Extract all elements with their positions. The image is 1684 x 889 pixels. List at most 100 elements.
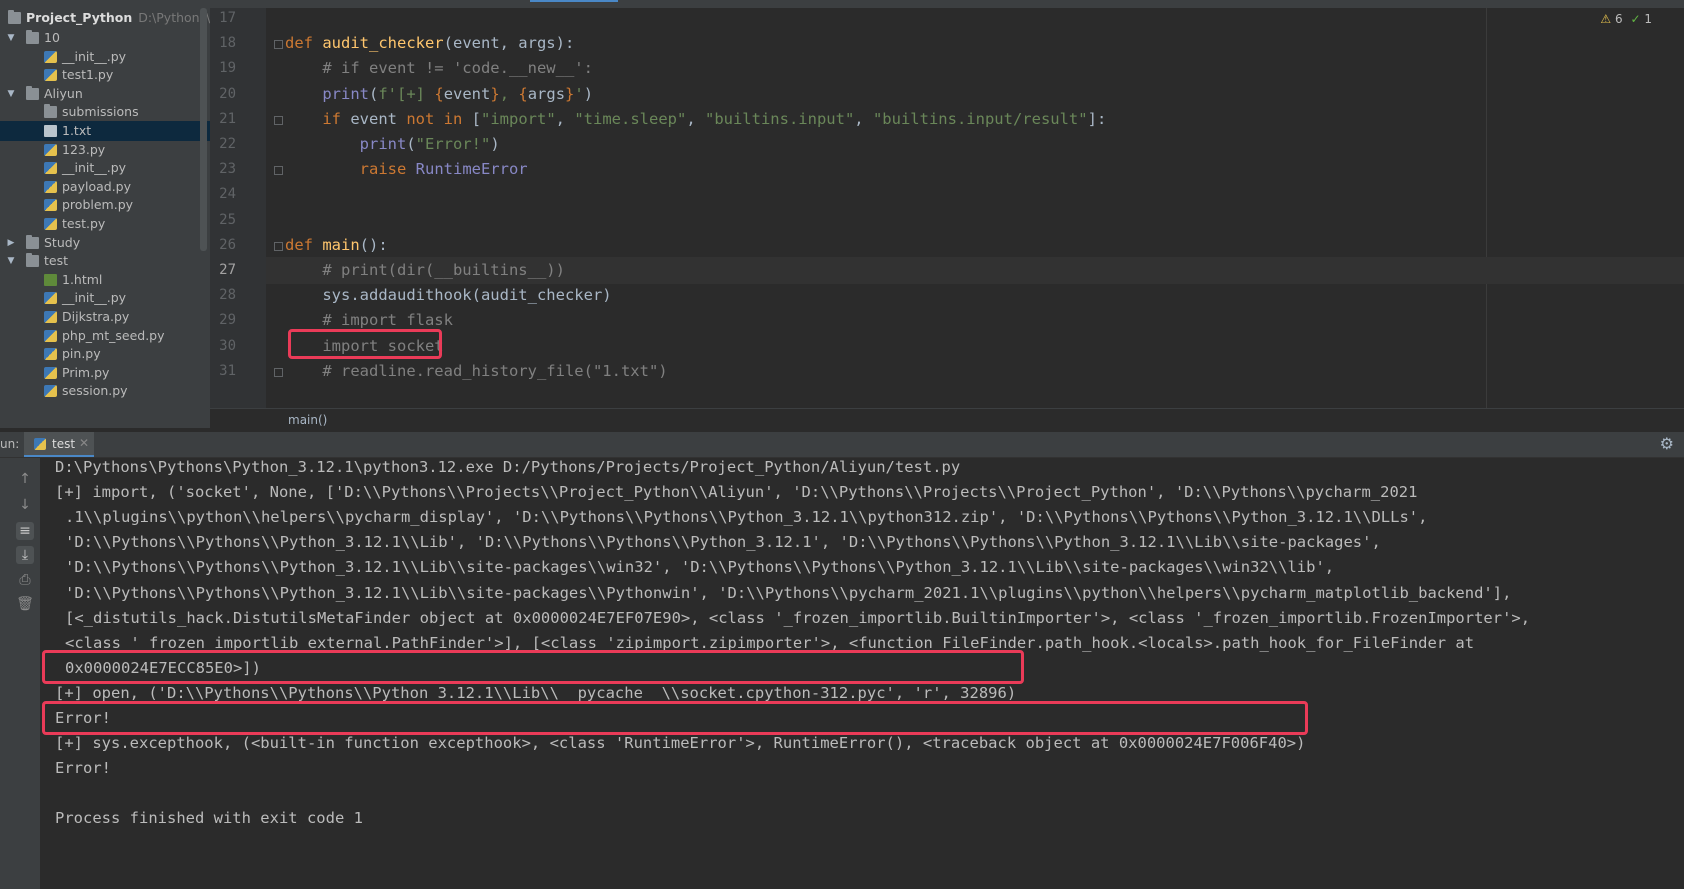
fold-marker-icon[interactable] xyxy=(274,367,283,377)
fold-marker-icon[interactable] xyxy=(274,115,283,125)
tree-item-label: Prim.py xyxy=(62,364,110,380)
html-file-icon xyxy=(44,273,57,286)
chevron-right-icon[interactable]: ▶ xyxy=(6,233,16,253)
project-root-name: Project_Python xyxy=(26,10,133,25)
tree-item[interactable]: 1.txt xyxy=(0,121,210,141)
code-line[interactable]: raise RuntimeError xyxy=(285,156,528,183)
tree-item[interactable]: payload.py xyxy=(0,177,210,197)
tree-item[interactable]: php_mt_seed.py xyxy=(0,326,210,346)
tree-item-label: test1.py xyxy=(62,67,114,83)
folder-icon xyxy=(44,104,57,119)
folder-icon xyxy=(26,234,39,249)
breadcrumb-item-main[interactable]: main() xyxy=(288,413,327,427)
tree-item[interactable]: submissions xyxy=(0,102,210,122)
print-icon[interactable]: ⎙ xyxy=(16,571,34,589)
tree-item[interactable]: __init__.py xyxy=(0,288,210,308)
line-number: 25 xyxy=(219,211,236,228)
line-number: 28 xyxy=(219,287,236,304)
python-file-icon xyxy=(44,162,57,175)
line-number: 31 xyxy=(219,362,236,379)
console-line: 'D:\\Pythons\\Pythons\\Python_3.12.1\\Li… xyxy=(65,583,1512,602)
project-tree[interactable]: Project_PythonD:\Pythons\Pro ▼ 10 __init__… xyxy=(0,8,210,428)
project-root[interactable]: Project_PythonD:\Pythons\Pro xyxy=(0,8,210,28)
python-file-icon xyxy=(44,366,57,379)
tree-item[interactable]: problem.py xyxy=(0,195,210,215)
console-line: D:\Pythons\Pythons\Python_3.12.1\python3… xyxy=(55,458,961,476)
tree-item-label: submissions xyxy=(62,104,139,120)
tree-item[interactable]: ▼ 10 xyxy=(0,28,210,48)
console-line: [<_distutils_hack.DistutilsMetaFinder ob… xyxy=(65,608,1531,627)
console-line: [+] import, ('socket', None, ['D:\\Pytho… xyxy=(55,483,1418,502)
editor-gutter[interactable]: 17 18 19 20 21 22 23 24 25 26 27 28 29 30 31 xyxy=(210,8,266,408)
python-file-icon xyxy=(44,348,57,361)
arrow-down-icon[interactable]: ↓ xyxy=(16,496,34,514)
python-file-icon xyxy=(44,143,57,156)
tree-item[interactable]: __init__.py xyxy=(0,47,210,67)
python-file-icon xyxy=(44,50,57,63)
tree-item[interactable]: session.py xyxy=(0,381,210,401)
chevron-down-icon[interactable]: ▼ xyxy=(6,84,16,104)
folder-icon xyxy=(8,10,21,24)
python-file-icon xyxy=(44,199,57,212)
tree-item[interactable]: ▼ Aliyun xyxy=(0,84,210,104)
tree-item-label: 10 xyxy=(44,30,60,45)
tree-item[interactable]: ▶ Study xyxy=(0,233,210,253)
trash-icon[interactable]: 🗑 xyxy=(16,595,34,613)
tree-item[interactable]: Prim.py xyxy=(0,363,210,383)
line-number: 23 xyxy=(219,161,236,178)
tree-item[interactable]: Dijkstra.py xyxy=(0,307,210,327)
code-line[interactable]: def main(): xyxy=(285,232,388,259)
code-line[interactable]: # if event != 'code.__new__': xyxy=(285,55,593,82)
line-number: 22 xyxy=(219,136,236,152)
code-line[interactable]: print(f'[+] {event}, {args}') xyxy=(285,81,593,108)
tree-item[interactable]: ▼ test xyxy=(0,251,210,271)
code-line[interactable]: if event not in ["import", "time.sleep",… xyxy=(285,106,1106,133)
close-icon[interactable]: ✕ xyxy=(79,436,89,450)
tree-item-label: Study xyxy=(44,234,81,250)
active-editor-tab[interactable] xyxy=(530,0,618,2)
console-line: [+] sys.excepthook, (<built-in function … xyxy=(55,734,1306,753)
gear-icon[interactable]: ⚙ xyxy=(1660,434,1674,453)
console-line: 'D:\\Pythons\\Pythons\\Python_3.12.1\\Li… xyxy=(65,533,1381,552)
sidebar-scrollbar[interactable] xyxy=(200,8,207,251)
inspection-widget[interactable]: ⚠ 6 ✓ 1 xyxy=(1600,12,1652,26)
fold-marker-icon[interactable] xyxy=(274,241,283,251)
chevron-down-icon[interactable]: ▼ xyxy=(6,28,16,48)
python-file-icon xyxy=(44,69,57,82)
console-output[interactable]: D:\Pythons\Pythons\Python_3.12.1\python3… xyxy=(40,458,1684,889)
soft-wrap-icon[interactable]: ≡ xyxy=(16,522,34,540)
check-icon: ✓ xyxy=(1630,12,1641,26)
arrow-up-icon[interactable]: ↑ xyxy=(16,470,34,488)
highlight-excepthook-event xyxy=(42,701,1308,735)
console-line: <class '_frozen_importlib_external.PathF… xyxy=(65,633,1475,652)
editor-tab-strip[interactable] xyxy=(0,0,1684,8)
tree-item-label: php_mt_seed.py xyxy=(62,327,165,343)
tree-item[interactable]: pin.py xyxy=(0,344,210,364)
fold-marker-icon[interactable] xyxy=(274,40,283,50)
tree-item-label: __init__.py xyxy=(62,160,127,176)
code-line[interactable]: sys.addaudithook(audit_checker) xyxy=(285,282,611,309)
run-toolbar: ↑ ↓ ≡ ⤓ ⎙ 🗑 xyxy=(0,458,40,889)
tree-item[interactable]: 1.html xyxy=(0,270,210,290)
code-line[interactable]: # readline.read_history_file("1.txt") xyxy=(285,358,667,385)
tree-item-label: session.py xyxy=(62,383,128,399)
run-tab-test[interactable]: test ✕ xyxy=(24,432,94,457)
scroll-to-end-icon[interactable]: ⤓ xyxy=(16,546,34,564)
tree-item-label: 1.html xyxy=(62,271,103,287)
line-number: 19 xyxy=(219,60,236,77)
code-line[interactable]: # print(dir(__builtins__)) xyxy=(285,257,565,284)
tree-item[interactable]: __init__.py xyxy=(0,158,210,178)
code-line[interactable]: print("Error!") xyxy=(285,131,500,158)
run-label: un: xyxy=(0,437,20,451)
code-editor[interactable]: 17 18 19 20 21 22 23 24 25 26 27 28 29 30 31 def audit… xyxy=(210,8,1684,408)
warning-count: 6 xyxy=(1615,12,1623,26)
tree-item[interactable]: test1.py xyxy=(0,65,210,85)
tree-item-label: Aliyun xyxy=(44,85,83,101)
chevron-down-icon[interactable]: ▼ xyxy=(6,251,16,271)
python-file-icon xyxy=(44,385,57,398)
code-line[interactable]: def audit_checker(event, args): xyxy=(285,30,574,57)
tree-item[interactable]: test.py xyxy=(0,214,210,234)
tree-item[interactable]: 123.py xyxy=(0,140,210,160)
fold-marker-icon[interactable] xyxy=(274,166,283,176)
line-number: 26 xyxy=(219,236,236,253)
